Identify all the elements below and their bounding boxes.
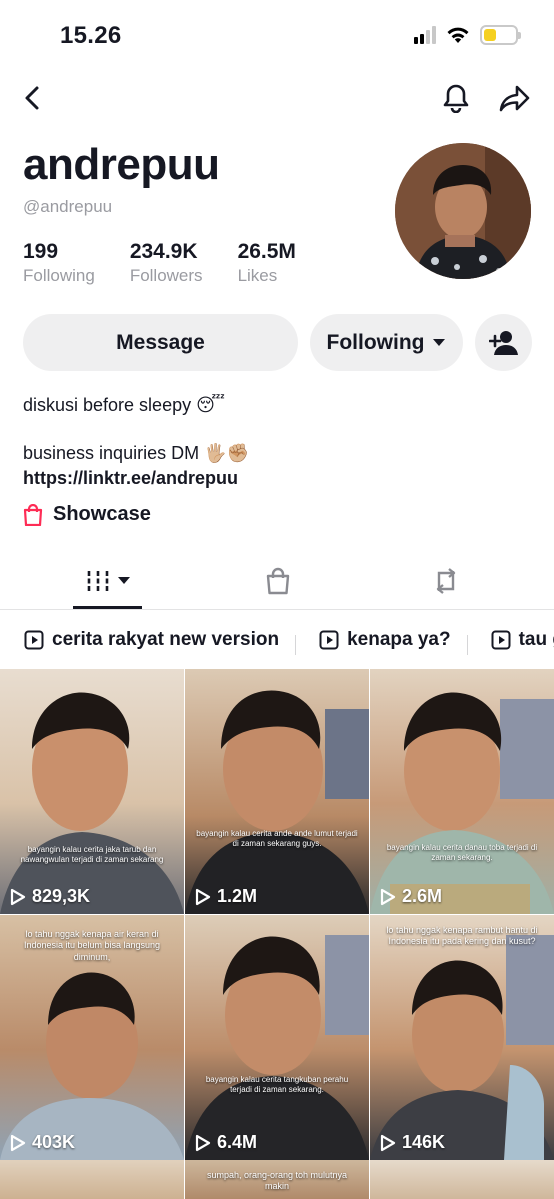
- bio-text-line-1: diskusi before sleepy 😴: [23, 395, 225, 415]
- cellular-signal-icon: [414, 26, 436, 44]
- status-time: 15.26: [60, 22, 122, 49]
- video-tile[interactable]: [0, 1160, 184, 1199]
- showcase-link[interactable]: Showcase: [23, 503, 151, 526]
- video-views: 2.6M: [380, 886, 442, 907]
- video-view-count: 829,3K: [32, 886, 91, 906]
- video-caption: sumpah, orang-orang toh mulutnya makin: [206, 1170, 348, 1192]
- video-view-count: 2.6M: [402, 886, 443, 906]
- stat-likes[interactable]: 26.5M Likes: [238, 240, 296, 286]
- caret-down-icon: [433, 338, 446, 346]
- stat-followers[interactable]: 234.9K Followers: [130, 240, 203, 286]
- video-view-count: 146K: [402, 1132, 446, 1152]
- video-view-count: 1.2M: [217, 886, 258, 906]
- repost-icon: [436, 568, 456, 594]
- video-tile[interactable]: bayangin kalau cerita danau toba terjadi…: [370, 669, 554, 914]
- video-caption: lo tahu nggak kenapa air keran di Indone…: [23, 929, 161, 962]
- video-views: 1.2M: [195, 886, 257, 907]
- playlist-label: tau ga?: [518, 629, 554, 650]
- video-thumbnail: [185, 915, 369, 1160]
- tab-shop[interactable]: [258, 562, 298, 600]
- back-button[interactable]: [14, 80, 50, 116]
- suggested-accounts-button[interactable]: [475, 314, 532, 371]
- video-grid: bayangin kalau cerita jaka tarub dan naw…: [0, 669, 554, 1160]
- add-person-icon: [488, 330, 518, 355]
- video-views: 6.4M: [195, 1132, 257, 1153]
- video-view-count: 403K: [32, 1132, 76, 1152]
- bell-icon: [443, 84, 469, 113]
- stat-following[interactable]: 199 Following: [23, 240, 95, 286]
- playlist-item[interactable]: cerita rakyat new version: [0, 629, 295, 651]
- tab-reposts[interactable]: [426, 562, 466, 600]
- play-icon: [380, 888, 396, 905]
- stat-followers-value: 234.9K: [129, 240, 198, 263]
- active-tab-indicator: [73, 606, 142, 609]
- following-button[interactable]: Following: [310, 314, 463, 371]
- playlist-label: cerita rakyat new version: [52, 629, 280, 650]
- stat-following-label: Following: [23, 266, 95, 285]
- video-thumbnail: [370, 915, 554, 1160]
- profile-stats: 199 Following 234.9K Followers 26.5M Lik…: [23, 240, 296, 286]
- avatar[interactable]: [395, 143, 531, 279]
- video-caption: bayangin kalau cerita ande ande lumut te…: [196, 829, 358, 848]
- profile-tabs: [0, 552, 554, 610]
- video-caption: lo tahu nggak kenapa rambut hantu di Ind…: [386, 925, 538, 947]
- video-tile[interactable]: lo tahu nggak kenapa rambut hantu di Ind…: [370, 915, 554, 1160]
- showcase-label: Showcase: [53, 503, 151, 525]
- message-button[interactable]: Message: [23, 314, 298, 371]
- video-view-count: 6.4M: [217, 1132, 258, 1152]
- video-tile[interactable]: bayangin kalau cerita ande ande lumut te…: [185, 669, 369, 914]
- stat-likes-label: Likes: [237, 266, 278, 285]
- display-name: andrepuu: [23, 140, 220, 189]
- tab-videos[interactable]: [73, 562, 142, 600]
- playlist-bar: cerita rakyat new version kenapa ya? tau…: [0, 620, 554, 660]
- share-arrow-icon: [499, 85, 530, 112]
- bio-text-line-2: business inquiries DM 🖐🏼✊🏼: [23, 443, 249, 463]
- play-icon: [380, 1134, 396, 1151]
- play-icon: [195, 888, 211, 905]
- shopping-bag-icon: [23, 503, 43, 526]
- video-tile[interactable]: bayangin kalau cerita jaka tarub dan naw…: [0, 669, 184, 914]
- video-views: 403K: [10, 1132, 75, 1153]
- username-handle: @andrepuu: [23, 197, 113, 216]
- video-thumbnail: [0, 669, 184, 914]
- play-square-icon: [24, 630, 44, 650]
- play-square-icon: [319, 630, 339, 650]
- status-bar: 15.26: [0, 0, 554, 72]
- video-tile[interactable]: bayangin kalau cerita tangkuban perahu t…: [185, 915, 369, 1160]
- video-tile[interactable]: lo tahu nggak kenapa air keran di Indone…: [0, 915, 184, 1160]
- video-caption: bayangin kalau cerita tangkuban perahu t…: [205, 1075, 349, 1094]
- status-icons: [414, 25, 521, 45]
- video-tile[interactable]: [370, 1160, 554, 1199]
- stat-followers-label: Followers: [129, 266, 203, 285]
- play-square-icon: [491, 630, 511, 650]
- video-grid-partial-row: sumpah, orang-orang toh mulutnya makin: [0, 1160, 554, 1199]
- play-icon: [10, 1134, 26, 1151]
- bio-link[interactable]: https://linktr.ee/andrepuu: [23, 468, 238, 489]
- video-views: 829,3K: [10, 886, 90, 907]
- avatar-image: [395, 143, 531, 279]
- play-icon: [10, 888, 26, 905]
- caret-down-icon: [117, 577, 130, 584]
- playlist-item[interactable]: tau ga?: [466, 629, 554, 655]
- play-icon: [195, 1134, 211, 1151]
- playlist-label: kenapa ya?: [347, 629, 451, 650]
- video-caption: bayangin kalau cerita jaka tarub dan naw…: [20, 845, 164, 864]
- video-views: 146K: [380, 1132, 445, 1153]
- video-thumbnail: [370, 669, 554, 914]
- stat-following-value: 199: [23, 240, 59, 263]
- grid-lines-icon: [87, 571, 108, 591]
- wifi-icon: [447, 27, 469, 43]
- shopping-bag-icon: [266, 567, 290, 595]
- following-button-label: Following: [326, 330, 425, 354]
- stat-likes-value: 26.5M: [237, 240, 296, 263]
- notifications-button[interactable]: [438, 80, 474, 116]
- chevron-left-icon: [25, 86, 39, 110]
- share-button[interactable]: [497, 80, 533, 116]
- video-thumbnail: [185, 669, 369, 914]
- video-caption: bayangin kalau cerita danau toba terjadi…: [386, 843, 538, 862]
- battery-icon: [480, 25, 521, 45]
- playlist-item[interactable]: kenapa ya?: [295, 629, 467, 655]
- video-tile[interactable]: sumpah, orang-orang toh mulutnya makin: [185, 1160, 369, 1199]
